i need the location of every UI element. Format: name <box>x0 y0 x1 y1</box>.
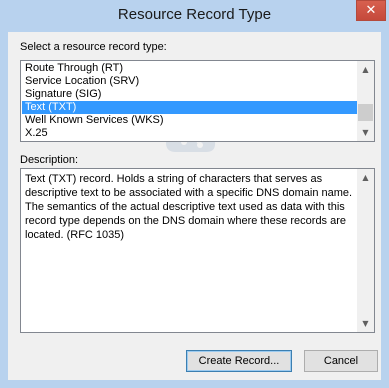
title-bar[interactable]: Resource Record Type ✕ <box>0 0 389 32</box>
dialog-window: Resource Record Type ✕ BELO web hosting … <box>0 0 389 388</box>
list-item[interactable]: Text (TXT) <box>22 101 357 114</box>
select-type-label: Select a resource record type: <box>20 41 167 53</box>
window-title: Resource Record Type <box>117 6 272 23</box>
close-button[interactable]: ✕ <box>356 0 386 21</box>
desc-scroll-down-icon[interactable]: ▼ <box>357 315 374 332</box>
list-scrollbar[interactable]: ▲ ▼ <box>357 61 374 141</box>
description-box[interactable]: Text (TXT) record. Holds a string of cha… <box>20 168 375 333</box>
description-scrollbar[interactable]: ▲ ▼ <box>357 169 374 332</box>
close-icon: ✕ <box>365 3 377 18</box>
scroll-up-icon[interactable]: ▲ <box>357 61 374 78</box>
create-record-button[interactable]: Create Record... <box>186 350 292 372</box>
list-item[interactable]: Well Known Services (WKS) <box>22 114 357 127</box>
list-item[interactable]: Signature (SIG) <box>22 88 357 101</box>
description-text: Text (TXT) record. Holds a string of cha… <box>25 173 353 241</box>
list-item[interactable]: Service Location (SRV) <box>22 75 357 88</box>
record-type-list[interactable]: Route Through (RT) Service Location (SRV)… <box>20 60 375 142</box>
list-item[interactable]: X.25 <box>22 127 357 140</box>
cancel-button[interactable]: Cancel <box>304 350 378 372</box>
desc-scroll-up-icon[interactable]: ▲ <box>357 169 374 186</box>
scroll-down-icon[interactable]: ▼ <box>357 124 374 141</box>
list-item[interactable]: Route Through (RT) <box>22 62 357 75</box>
scroll-thumb[interactable] <box>358 104 373 121</box>
description-label: Description: <box>20 154 79 166</box>
dialog-content: BELO web hosting Select a resource recor… <box>8 32 381 380</box>
